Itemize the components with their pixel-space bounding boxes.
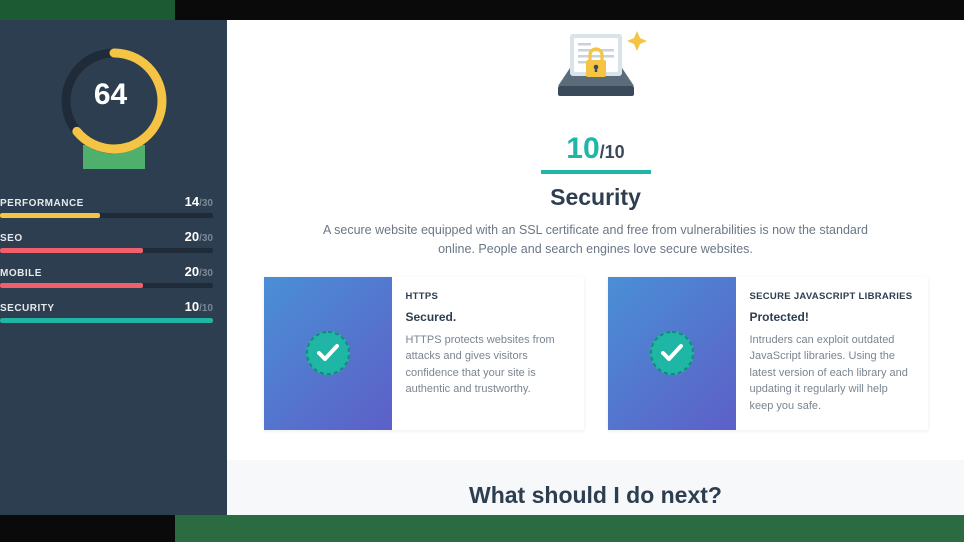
security-illustration-icon [247,20,944,124]
metric-mobile[interactable]: MOBILE 20/30 [0,258,227,293]
check-badge-icon [608,277,736,431]
metric-label: MOBILE [0,268,42,279]
card-js-libraries: SECURE JAVASCRIPT LIBRARIES Protected! I… [608,277,928,431]
overall-gauge: 64 [0,42,227,170]
metric-label: SEO [0,233,23,244]
metric-score: 10/10 [185,299,213,314]
card-category: SECURE JAVASCRIPT LIBRARIES [750,291,914,302]
security-section: 10/10 Security A secure website equipped… [227,20,964,460]
next-steps-section: What should I do next? [227,460,964,515]
check-badge-icon [264,277,392,431]
metric-score: 14/30 [185,194,213,209]
metric-performance[interactable]: PERFORMANCE 14/30 [0,188,227,223]
card-status: Secured. [406,310,570,324]
metric-score: 20/30 [185,229,213,244]
section-description: A secure website equipped with an SSL ce… [316,221,876,259]
sidebar: 64 PERFORMANCE 14/30 SEO 20/30 [0,20,227,515]
metrics-list: PERFORMANCE 14/30 SEO 20/30 MOBILE 20/30 [0,188,227,328]
main-content: 10/10 Security A secure website equipped… [227,20,964,515]
card-category: HTTPS [406,291,570,302]
metric-seo[interactable]: SEO 20/30 [0,223,227,258]
metric-security[interactable]: SECURITY 10/10 [0,293,227,328]
next-steps-title: What should I do next? [469,482,722,509]
metric-label: PERFORMANCE [0,198,84,209]
metric-label: SECURITY [0,303,55,314]
score-underline [541,170,651,174]
section-title: Security [247,184,944,211]
card-text: HTTPS protects websites from attacks and… [406,332,570,398]
security-cards: HTTPS Secured. HTTPS protects websites f… [247,277,944,431]
card-https: HTTPS Secured. HTTPS protects websites f… [264,277,584,431]
metric-score: 20/30 [185,264,213,279]
overall-score: 64 [94,78,127,112]
app-root: 64 PERFORMANCE 14/30 SEO 20/30 [0,20,964,515]
card-status: Protected! [750,310,914,324]
card-text: Intruders can exploit outdated JavaScrip… [750,332,914,415]
section-score: 10/10 [247,132,944,166]
